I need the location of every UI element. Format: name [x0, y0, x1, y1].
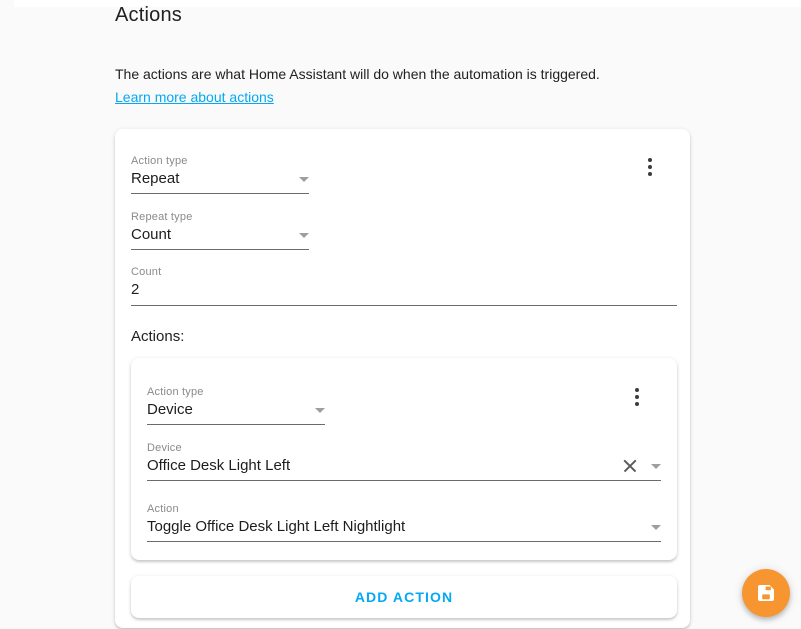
repeat-type-label: Repeat type — [131, 211, 309, 224]
learn-more-link[interactable]: Learn more about actions — [115, 89, 274, 105]
nested-action-type-label: Action type — [147, 386, 325, 399]
page-title: Actions — [115, 2, 690, 28]
repeat-type-select[interactable]: Repeat type Count — [131, 211, 309, 250]
kebab-menu-icon[interactable] — [640, 156, 660, 178]
repeat-action-card: Action type Repeat Repeat type Count Cou… — [115, 129, 690, 628]
action-type-value: Repeat — [131, 170, 179, 188]
add-action-button[interactable]: ADD ACTION — [131, 576, 677, 618]
device-value: Office Desk Light Left — [147, 457, 290, 475]
device-action-label: Action — [147, 503, 661, 516]
nested-action-type-select[interactable]: Action type Device — [147, 386, 325, 425]
caret-down-icon — [299, 233, 309, 238]
action-type-label: Action type — [131, 155, 309, 168]
save-button[interactable] — [742, 569, 790, 617]
count-input[interactable] — [131, 279, 677, 306]
nested-action-type-value: Device — [147, 401, 193, 419]
caret-down-icon — [315, 408, 325, 413]
x-icon[interactable] — [623, 459, 637, 473]
nested-actions-heading: Actions: — [131, 328, 677, 346]
caret-down-icon — [299, 177, 309, 182]
count-field: Count — [131, 266, 677, 306]
device-action-picker[interactable]: Action Toggle Office Desk Light Left Nig… — [147, 503, 661, 542]
section-description: The actions are what Home Assistant will… — [115, 64, 690, 84]
caret-down-icon — [651, 464, 661, 469]
device-action-card: Action type Device Device Office Desk Li… — [131, 358, 677, 560]
caret-down-icon — [651, 525, 661, 530]
add-action-button-label: ADD ACTION — [355, 589, 453, 605]
actions-section: Actions The actions are what Home Assist… — [115, 0, 690, 628]
kebab-menu-icon[interactable] — [627, 386, 647, 408]
action-type-select[interactable]: Action type Repeat — [131, 155, 309, 194]
count-label: Count — [131, 266, 677, 279]
device-label: Device — [147, 442, 661, 455]
device-action-value: Toggle Office Desk Light Left Nightlight — [147, 518, 405, 536]
save-icon — [755, 582, 777, 604]
repeat-type-value: Count — [131, 226, 171, 244]
device-picker[interactable]: Device Office Desk Light Left — [147, 442, 661, 481]
